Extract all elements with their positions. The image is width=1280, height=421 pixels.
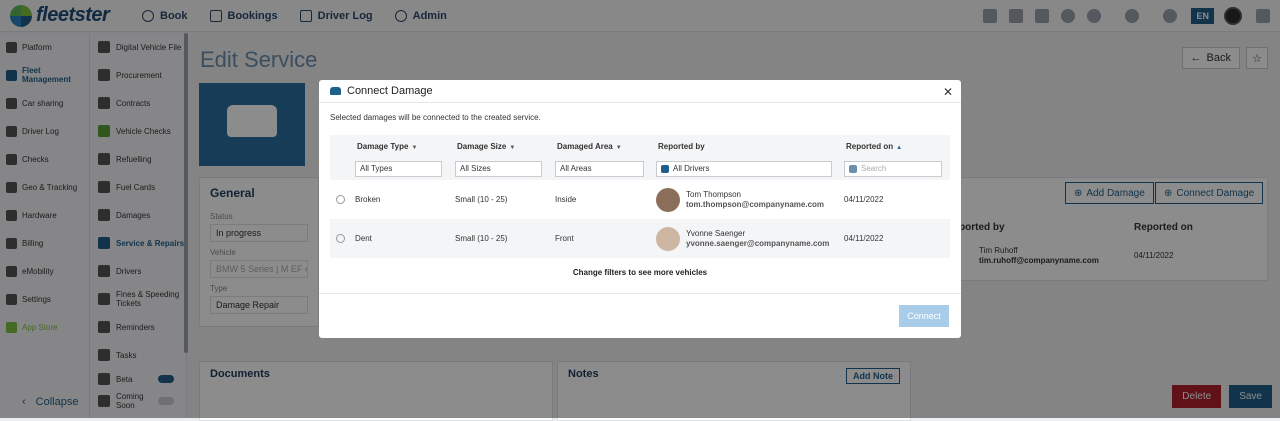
- reporter-email: tom.thompson@companyname.com: [686, 199, 825, 209]
- cell-damage-size: Small (10 - 25): [455, 234, 508, 243]
- connect-damage-modal: Connect Damage ✕ Selected damages will b…: [319, 80, 961, 338]
- cell-reported-on: 04/11/2022: [844, 195, 884, 204]
- select-radio[interactable]: [336, 195, 345, 204]
- cell-damage-type: Dent: [355, 234, 372, 243]
- filter-reported-by-value: All Drivers: [673, 164, 710, 173]
- filter-date-placeholder: Search: [861, 164, 887, 173]
- modal-subtitle: Selected damages will be connected to th…: [330, 113, 541, 122]
- filter-reported-on[interactable]: Search: [844, 160, 942, 177]
- reporter-email: yvonne.saenger@companyname.com: [686, 238, 830, 248]
- col-reported-by[interactable]: Reported by: [656, 135, 844, 157]
- sort-up-icon: ▲: [896, 144, 903, 151]
- col-damage-type[interactable]: Damage Type ▼: [355, 135, 455, 157]
- col-reported-by-label: Reported by: [658, 141, 705, 151]
- connect-button[interactable]: Connect: [899, 305, 949, 327]
- avatar: [656, 187, 680, 212]
- sort-down-icon: ▼: [509, 144, 516, 151]
- modal-title: Connect Damage: [347, 85, 433, 97]
- filter-damaged-area[interactable]: All Areas: [555, 160, 644, 177]
- cell-damage-type: Broken: [355, 195, 381, 204]
- car-damage-icon: [330, 87, 341, 95]
- reporter-name: Yvonne Saenger: [686, 228, 746, 238]
- col-reported-on[interactable]: Reported on ▲: [844, 135, 950, 157]
- cell-reporter: Yvonne Saenger yvonne.saenger@companyname…: [656, 226, 844, 251]
- user-icon: [661, 164, 669, 173]
- filter-reported-by[interactable]: All Drivers: [656, 160, 832, 177]
- col-damaged-area[interactable]: Damaged Area ▼: [555, 135, 656, 157]
- sort-down-icon: ▼: [411, 144, 418, 151]
- modal-footer: Connect: [319, 293, 961, 338]
- filter-damage-type[interactable]: All Types: [355, 160, 442, 177]
- col-reported-on-label: Reported on: [846, 141, 894, 151]
- more-filters-hint: Change filters to see more vehicles: [572, 268, 708, 277]
- calendar-icon: [849, 164, 857, 173]
- col-damaged-area-label: Damaged Area: [557, 141, 613, 151]
- avatar: [656, 226, 680, 251]
- modal-header: Connect Damage ✕: [319, 80, 961, 103]
- reporter-name: Tom Thompson: [686, 189, 741, 199]
- cell-damaged-area: Inside: [555, 195, 577, 204]
- damages-table: Damage Type ▼ Damage Size ▼ Damaged Area ▼ …: [330, 135, 950, 258]
- table-row[interactable]: Dent Small (10 - 25) Front Yvonne Saenge…: [330, 219, 950, 258]
- select-radio[interactable]: [336, 234, 345, 243]
- filter-damage-size[interactable]: All Sizes: [455, 160, 542, 177]
- table-header-row: Damage Type ▼ Damage Size ▼ Damaged Area ▼ …: [330, 135, 950, 157]
- sort-down-icon: ▼: [615, 144, 622, 151]
- col-damage-size[interactable]: Damage Size ▼: [455, 135, 555, 157]
- cell-reported-on: 04/11/2022: [844, 234, 884, 243]
- col-damage-size-label: Damage Size: [457, 141, 507, 151]
- cell-damaged-area: Front: [555, 234, 574, 243]
- cell-damage-size: Small (10 - 25): [455, 195, 508, 204]
- table-row[interactable]: Broken Small (10 - 25) Inside Tom Thomps…: [330, 180, 950, 219]
- table-filter-row: All Types All Sizes All Areas All Driver…: [330, 157, 950, 180]
- close-icon[interactable]: ✕: [943, 85, 953, 99]
- modal-body: Selected damages will be connected to th…: [319, 103, 961, 288]
- col-damage-type-label: Damage Type: [357, 141, 409, 151]
- cell-reporter: Tom Thompson tom.thompson@companyname.com: [656, 187, 844, 212]
